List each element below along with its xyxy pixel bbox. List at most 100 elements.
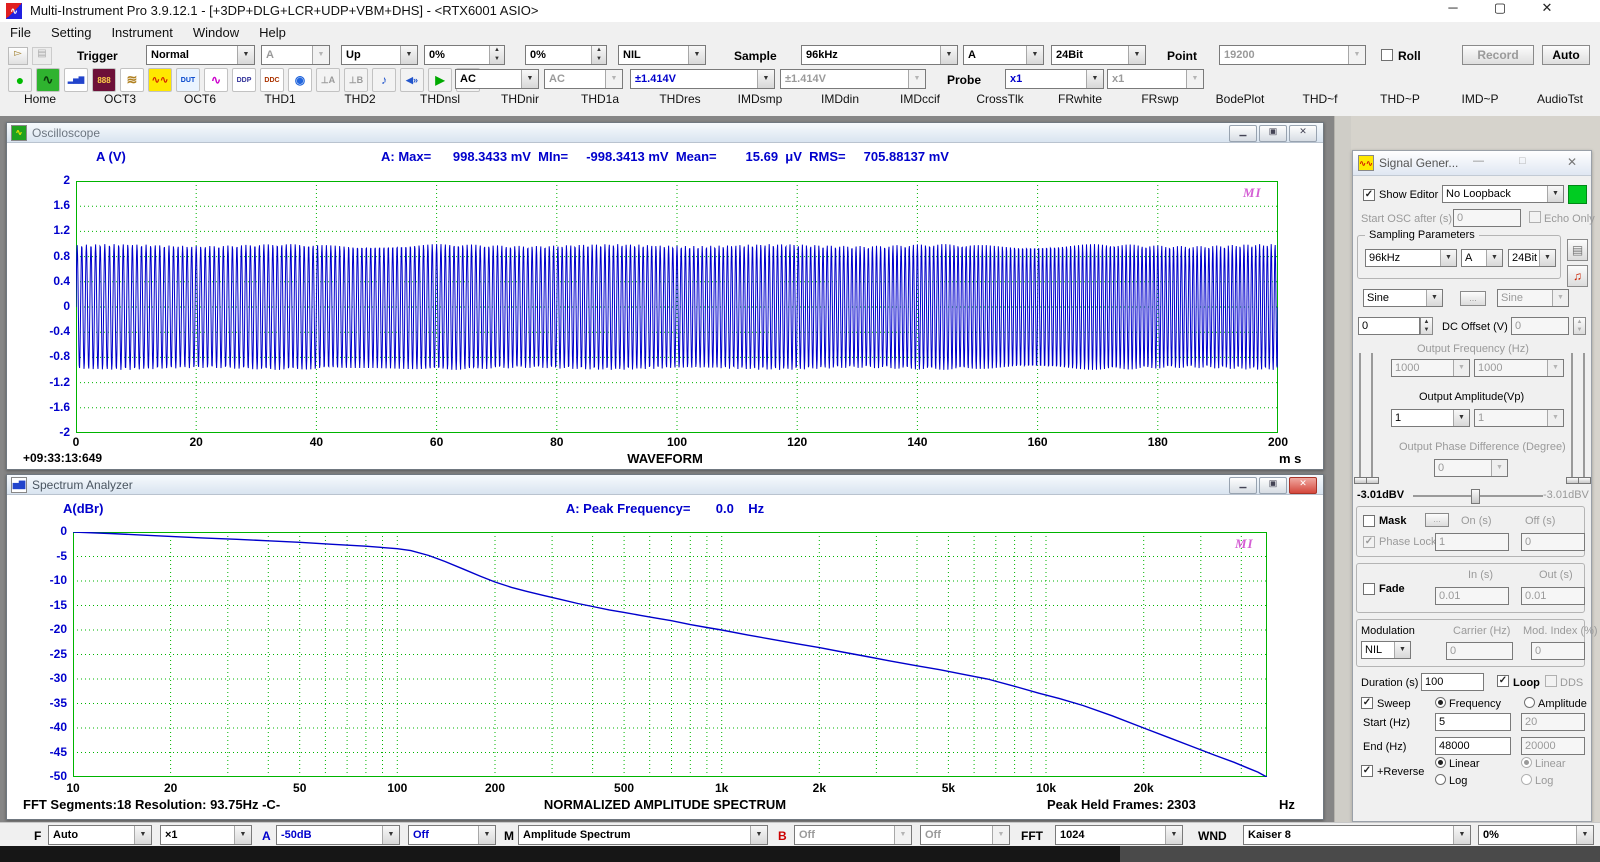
amplitude-slider-handle-3[interactable] [1578,477,1591,484]
frequency-a-select[interactable]: 1000▼ [1391,359,1470,377]
chevron-down-icon[interactable]: ▼ [312,46,329,64]
marker-a-icon[interactable]: ⊥A [316,68,340,92]
menu-file[interactable]: File [0,22,41,43]
b-persist-select[interactable]: Off▼ [920,825,1010,845]
b-range-select[interactable]: Off▼ [794,825,912,845]
menu-help[interactable]: Help [249,22,296,43]
chevron-down-icon[interactable]: ▼ [1453,826,1470,844]
spectrum-close-button[interactable]: ✕ [1289,477,1317,494]
generator-save-button[interactable]: ▤ [1567,239,1588,261]
input-range-b-select[interactable]: ±1.414V▼ [780,69,926,89]
dc-offset-b-field[interactable]: 0 [1511,317,1569,335]
chevron-down-icon[interactable]: ▼ [940,46,957,64]
chevron-down-icon[interactable]: ▼ [1552,290,1568,306]
amplitude-slider-track-0[interactable] [1359,353,1361,483]
scope-maximize-button[interactable]: ▣ [1259,125,1287,142]
generator-minimize-button[interactable]: — [1473,155,1484,167]
trigger-edge-select[interactable]: Up▼ [341,45,418,65]
multimeter-icon[interactable]: 888 [92,68,116,92]
generator-bits-select[interactable]: 24Bit▼ [1508,249,1556,267]
roll-checkbox[interactable] [1381,49,1393,61]
overlap-select[interactable]: 0%▼ [1478,825,1594,845]
amplitude-slider-track-2[interactable] [1571,353,1573,483]
close-button[interactable]: ✕ [1532,0,1562,22]
sample-channel-select[interactable]: A▼ [963,45,1044,65]
scope-close-button[interactable]: ✕ [1289,125,1317,142]
chevron-down-icon[interactable]: ▼ [1547,410,1563,426]
tab-audiotst[interactable]: AudioTst [1520,92,1600,116]
input-range-a-select[interactable]: ±1.414V▼ [630,69,775,89]
trigger-level-spinner[interactable]: 0%▲▼ [424,45,505,65]
chevron-down-icon[interactable]: ▼ [750,826,767,844]
spectrum-analyzer-icon[interactable]: ▂▅▇ [64,68,88,92]
maximize-button[interactable]: ▢ [1485,0,1515,22]
tab-frwhite[interactable]: FRwhite [1040,92,1120,116]
chevron-down-icon[interactable]: ▼ [1026,46,1043,64]
chevron-down-icon[interactable]: ▼ [382,826,399,844]
chevron-down-icon[interactable]: ▼ [1491,460,1507,476]
spinner-arrows-icon[interactable]: ▲▼ [489,46,504,64]
chevron-down-icon[interactable]: ▼ [992,826,1009,844]
generator-close-button[interactable]: ✕ [1567,155,1577,169]
tab-imdccif[interactable]: IMDccif [880,92,960,116]
run-icon[interactable]: ▶ [428,68,452,92]
waveform-b-select[interactable]: Sine▼ [1497,289,1569,307]
sweep-end-field[interactable]: 48000 [1435,737,1511,755]
tab-home[interactable]: Home [0,92,80,116]
duration-field[interactable]: 100 [1421,673,1484,691]
start-osc-field[interactable]: 0 [1453,209,1521,227]
spectrum-maximize-button[interactable]: ▣ [1259,477,1287,494]
phase-select[interactable]: 0▼ [1434,459,1508,477]
chevron-down-icon[interactable]: ▼ [1186,70,1203,88]
generator-maximize-button[interactable]: □ [1519,155,1526,167]
tab-thdnsl[interactable]: THDnsl [400,92,480,116]
chevron-down-icon[interactable]: ▼ [1547,186,1563,202]
a-persist-select[interactable]: Off▼ [408,825,496,845]
frequency-b-select[interactable]: 1000▼ [1474,359,1564,377]
reverse-checkbox[interactable]: ✓ [1361,765,1373,777]
generator-run-button[interactable] [1568,185,1587,204]
a-range-select[interactable]: -50dB▼ [276,825,400,845]
dc-offset-a-field[interactable]: 0 [1358,317,1420,335]
amplitude-slider-handle-1[interactable] [1366,477,1379,484]
chevron-down-icon[interactable]: ▼ [1453,410,1469,426]
tab-thd1[interactable]: THD1 [240,92,320,116]
trigger-source-select[interactable]: A▼ [261,45,330,65]
sweep-start-b-field[interactable]: 20 [1521,713,1585,731]
amplitude-slider-track-3[interactable] [1583,353,1585,483]
amp-log-radio[interactable] [1521,774,1532,785]
analysis-mode-select[interactable]: Amplitude Spectrum▼ [518,825,768,845]
chevron-down-icon[interactable]: ▼ [1394,642,1410,658]
chevron-down-icon[interactable]: ▼ [1539,250,1555,266]
chevron-down-icon[interactable]: ▼ [1348,46,1365,64]
tab-thd2[interactable]: THD2 [320,92,400,116]
chevron-down-icon[interactable]: ▼ [688,46,705,64]
device-test-plan-icon[interactable]: DUT [176,68,200,92]
derived-data-curve-icon[interactable]: ∿ [204,68,228,92]
mask-off-field[interactable]: 0 [1521,533,1585,551]
volume-icon[interactable]: ◀» [400,68,424,92]
mask-checkbox[interactable] [1363,515,1375,527]
chevron-down-icon[interactable]: ▼ [1453,360,1469,376]
derived-data-point-icon[interactable]: DDP [232,68,256,92]
menu-instrument[interactable]: Instrument [101,22,182,43]
point-count-select[interactable]: 19200▼ [1219,45,1366,65]
tab-bodeplot[interactable]: BodePlot [1200,92,1280,116]
menu-setting[interactable]: Setting [41,22,101,43]
tab-crosstlk[interactable]: CrossTlk [960,92,1040,116]
sweep-log-radio[interactable] [1435,774,1446,785]
chevron-down-icon[interactable]: ▼ [1086,70,1103,88]
open-file-icon[interactable]: ▻ [8,47,28,65]
marker-b-icon[interactable]: ⊥B [344,68,368,92]
auto-button[interactable]: Auto [1542,45,1590,65]
fade-checkbox[interactable] [1363,583,1375,595]
chevron-down-icon[interactable]: ▼ [234,826,251,844]
save-file-icon[interactable]: ▤ [32,47,52,65]
bottom-probe-select[interactable]: ×1▼ [160,825,252,845]
tab-thdres[interactable]: THDres [640,92,720,116]
sound-device-wizard-icon[interactable]: ♪ [372,68,396,92]
frequency-axis-select[interactable]: Auto▼ [48,825,152,845]
chevron-down-icon[interactable]: ▼ [908,70,925,88]
sweep-start-field[interactable]: 5 [1435,713,1511,731]
amp-linear-radio[interactable] [1521,757,1532,768]
